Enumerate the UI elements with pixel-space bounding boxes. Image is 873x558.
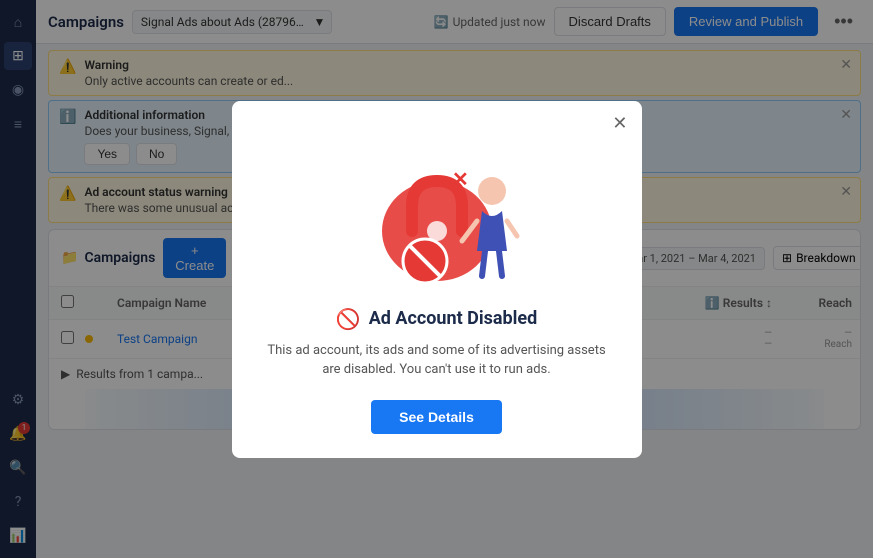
see-details-button[interactable]: See Details [371,400,502,434]
modal-close-button[interactable]: ✕ [612,113,627,134]
modal-body: This ad account, its ads and some of its… [260,341,614,380]
modal-illustration: ✕ [337,131,537,291]
modal-footer: See Details [260,400,614,434]
modal-title: 🚫 Ad Account Disabled [260,307,614,331]
svg-text:✕: ✕ [452,167,469,191]
ad-disabled-modal: ✕ ✕ [232,101,642,458]
modal-overlay[interactable]: ✕ ✕ [0,0,873,558]
modal-title-icon: 🚫 [336,307,361,331]
